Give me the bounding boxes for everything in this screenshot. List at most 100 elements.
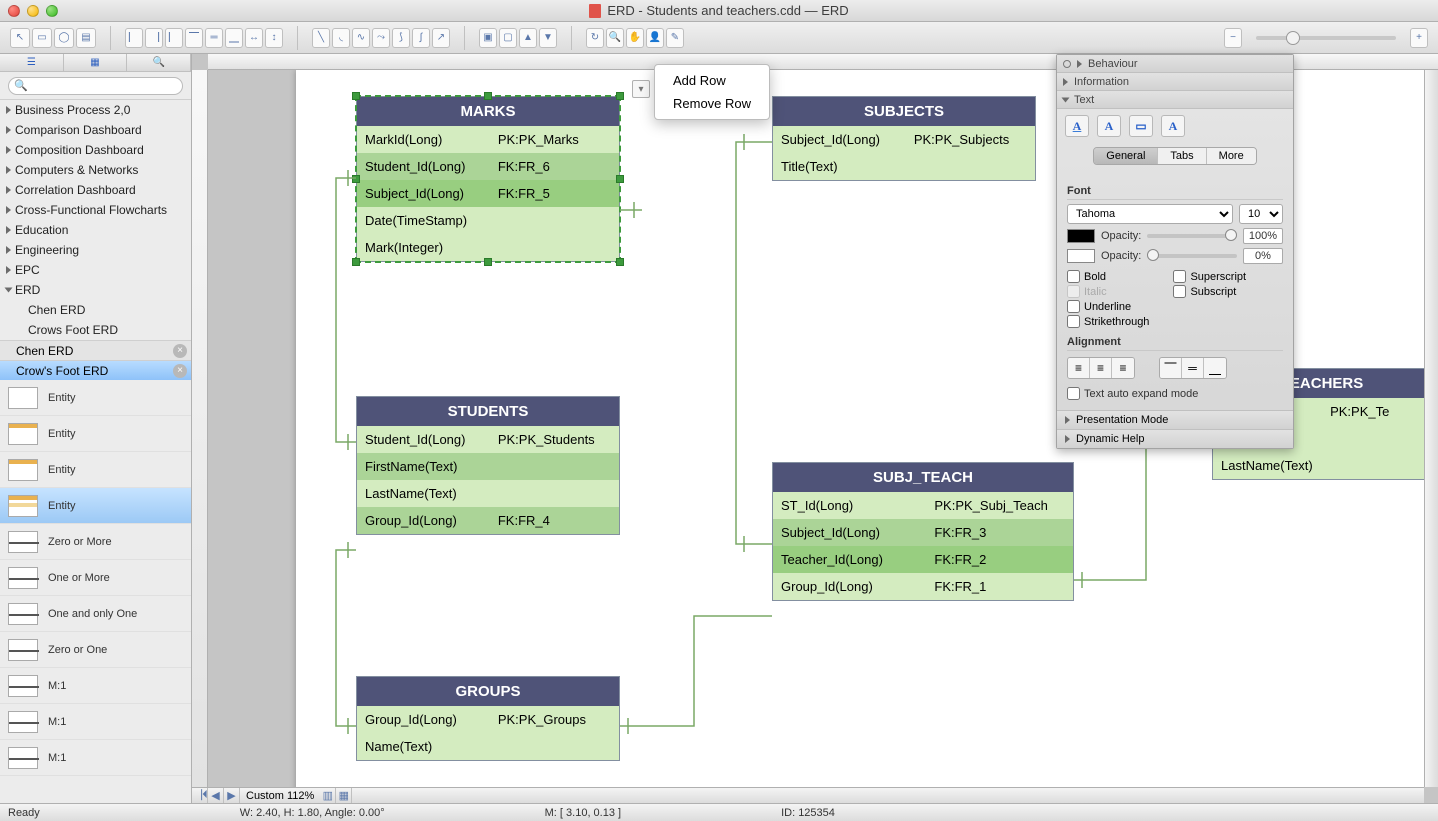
subscript-checkbox[interactable]: Subscript bbox=[1173, 285, 1246, 298]
share-button[interactable]: 👤 bbox=[646, 28, 664, 48]
shape-entity[interactable]: Entity bbox=[0, 380, 191, 416]
font-family-select[interactable]: Tahoma bbox=[1067, 204, 1233, 224]
refresh-button[interactable]: ↻ bbox=[586, 28, 604, 48]
distribute-v-button[interactable]: ↕ bbox=[265, 28, 283, 48]
resize-handle[interactable] bbox=[616, 175, 624, 183]
vertical-scrollbar[interactable] bbox=[1424, 70, 1438, 787]
strikethrough-checkbox[interactable]: Strikethrough bbox=[1067, 315, 1149, 328]
tree-item-chen-erd[interactable]: Chen ERD bbox=[0, 300, 191, 320]
tree-item[interactable]: Engineering bbox=[0, 240, 191, 260]
page-first-button[interactable]: ⎹⏴ bbox=[192, 788, 208, 804]
textbox-button[interactable]: ▭ bbox=[1129, 115, 1153, 137]
entity-groups[interactable]: GROUPS Group_Id(Long)PK:PK_Groups Name(T… bbox=[356, 676, 620, 761]
align-top-button[interactable]: ⎺ bbox=[185, 28, 203, 48]
bg-opacity-value[interactable]: 0% bbox=[1243, 248, 1283, 264]
front-button[interactable]: ▲ bbox=[519, 28, 537, 48]
ruler-units-button[interactable]: ▥ bbox=[320, 788, 336, 804]
library-search-input[interactable] bbox=[8, 77, 183, 95]
italic-checkbox[interactable]: Italic bbox=[1067, 285, 1149, 298]
shape-m-1[interactable]: M:1 bbox=[0, 668, 191, 704]
ellipse-tool-button[interactable]: ◯ bbox=[54, 28, 74, 48]
superscript-checkbox[interactable]: Superscript bbox=[1173, 270, 1246, 283]
shape-zero-or-more[interactable]: Zero or More bbox=[0, 524, 191, 560]
connector-round-button[interactable]: ⟆ bbox=[392, 28, 410, 48]
sidebar-tab-grid[interactable]: ▦ bbox=[64, 54, 128, 71]
inspector-section-text[interactable]: Text bbox=[1057, 91, 1293, 109]
vertical-ruler[interactable] bbox=[192, 70, 208, 787]
highlight-button[interactable]: A bbox=[1097, 115, 1121, 137]
tab-tabs[interactable]: Tabs bbox=[1158, 148, 1206, 164]
zoom-slider[interactable] bbox=[1256, 36, 1396, 40]
page-prev-button[interactable]: ◀ bbox=[208, 788, 224, 804]
zoom-in-button[interactable]: + bbox=[1410, 28, 1428, 48]
shape-zero-or-one[interactable]: Zero or One bbox=[0, 632, 191, 668]
text-opacity-value[interactable]: 100% bbox=[1243, 228, 1283, 244]
resize-handle[interactable] bbox=[484, 92, 492, 100]
menu-item-add-row[interactable]: Add Row bbox=[655, 69, 769, 92]
align-right-button[interactable]: ⎸ bbox=[165, 28, 183, 48]
menu-item-remove-row[interactable]: Remove Row bbox=[655, 92, 769, 115]
resize-handle[interactable] bbox=[352, 92, 360, 100]
distribute-h-button[interactable]: ↔ bbox=[245, 28, 263, 48]
connector-arc-button[interactable]: ◟ bbox=[332, 28, 350, 48]
resize-handle[interactable] bbox=[484, 258, 492, 266]
font-style-button[interactable]: A bbox=[1161, 115, 1185, 137]
tree-item[interactable]: Business Process 2,0 bbox=[0, 100, 191, 120]
zoom-level-label[interactable]: Custom 112% bbox=[240, 790, 320, 802]
entity-marks[interactable]: MARKS MarkId(Long)PK:PK_Marks Student_Id… bbox=[356, 96, 620, 262]
resize-handle[interactable] bbox=[352, 175, 360, 183]
valign-middle-button[interactable]: ═ bbox=[1182, 358, 1204, 378]
properties-inspector[interactable]: Behaviour Information Text A A ▭ A Gener… bbox=[1056, 54, 1294, 449]
text-opacity-slider[interactable] bbox=[1147, 234, 1237, 238]
zoom-window-button[interactable] bbox=[46, 5, 58, 17]
tab-general[interactable]: General bbox=[1094, 148, 1158, 164]
connector-line-button[interactable]: ╲ bbox=[312, 28, 330, 48]
connector-bezier-button[interactable]: ∿ bbox=[352, 28, 370, 48]
resize-handle[interactable] bbox=[616, 258, 624, 266]
tree-item[interactable]: Cross-Functional Flowcharts bbox=[0, 200, 191, 220]
tab-more[interactable]: More bbox=[1207, 148, 1256, 164]
tree-item[interactable]: Correlation Dashboard bbox=[0, 180, 191, 200]
font-size-select[interactable]: 10 bbox=[1239, 204, 1283, 224]
edit-button[interactable]: ✎ bbox=[666, 28, 684, 48]
tree-item[interactable]: Composition Dashboard bbox=[0, 140, 191, 160]
text-tool-button[interactable]: ▤ bbox=[76, 28, 96, 48]
library-tab-chen[interactable]: Chen ERD × bbox=[0, 340, 191, 360]
library-tab-crows-foot[interactable]: Crow's Foot ERD × bbox=[0, 360, 191, 380]
tree-item[interactable]: Education bbox=[0, 220, 191, 240]
bg-color-swatch[interactable] bbox=[1067, 249, 1095, 263]
inspector-dynamic-help[interactable]: Dynamic Help bbox=[1057, 429, 1293, 448]
entity-students[interactable]: STUDENTS Student_Id(Long)PK:PK_Students … bbox=[356, 396, 620, 535]
close-window-button[interactable] bbox=[8, 5, 20, 17]
tree-item[interactable]: Comparison Dashboard bbox=[0, 120, 191, 140]
inspector-presentation-mode[interactable]: Presentation Mode bbox=[1057, 410, 1293, 429]
entity-subj-teach[interactable]: SUBJ_TEACH ST_Id(Long)PK:PK_Subj_Teach S… bbox=[772, 462, 1074, 601]
align-center-button[interactable]: ⎹ bbox=[145, 28, 163, 48]
tree-item[interactable]: EPC bbox=[0, 260, 191, 280]
close-icon[interactable]: × bbox=[173, 344, 187, 358]
shape-one-and-only-one[interactable]: One and only One bbox=[0, 596, 191, 632]
text-color-swatch[interactable] bbox=[1067, 229, 1095, 243]
valign-bottom-button[interactable]: ⎽ bbox=[1204, 358, 1226, 378]
connector-spline-button[interactable]: ∫ bbox=[412, 28, 430, 48]
shape-one-or-more[interactable]: One or More bbox=[0, 560, 191, 596]
tree-item-erd[interactable]: ERD bbox=[0, 280, 191, 300]
halign-right-button[interactable]: ≡ bbox=[1112, 358, 1134, 378]
group-button[interactable]: ▣ bbox=[479, 28, 497, 48]
inspector-section-information[interactable]: Information bbox=[1057, 73, 1293, 91]
sidebar-tab-search[interactable]: 🔍 bbox=[127, 54, 191, 71]
minimize-window-button[interactable] bbox=[27, 5, 39, 17]
inspector-section-behaviour[interactable]: Behaviour bbox=[1057, 55, 1293, 73]
rectangle-tool-button[interactable]: ▭ bbox=[32, 28, 52, 48]
zoom-out-button[interactable]: − bbox=[1224, 28, 1242, 48]
valign-top-button[interactable]: ⎺ bbox=[1160, 358, 1182, 378]
resize-handle[interactable] bbox=[616, 92, 624, 100]
text-color-button[interactable]: A bbox=[1065, 115, 1089, 137]
shape-entity[interactable]: Entity bbox=[0, 416, 191, 452]
entity-subjects[interactable]: SUBJECTS Subject_Id(Long)PK:PK_Subjects … bbox=[772, 96, 1036, 181]
close-icon[interactable]: × bbox=[173, 364, 187, 378]
halign-center-button[interactable]: ≡ bbox=[1090, 358, 1112, 378]
bold-checkbox[interactable]: Bold bbox=[1067, 270, 1149, 283]
tree-item[interactable]: Computers & Networks bbox=[0, 160, 191, 180]
tree-item-crows-foot-erd[interactable]: Crows Foot ERD bbox=[0, 320, 191, 340]
